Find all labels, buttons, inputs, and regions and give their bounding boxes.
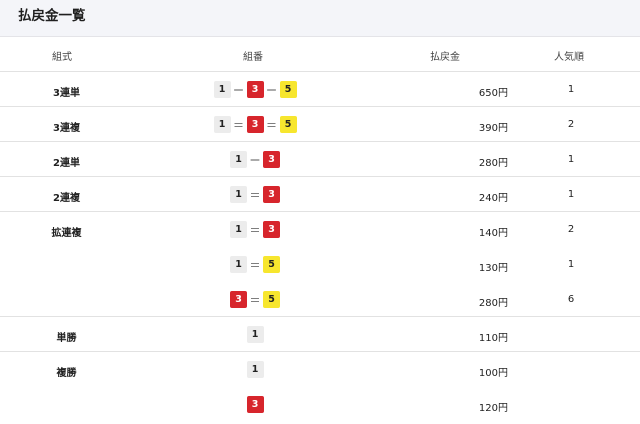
boat-number-badge: 3 <box>246 116 264 133</box>
table-row: 3連複 1 ＝ 3 ＝ 5 390円 2 <box>0 107 640 142</box>
combination-separator: ＝ <box>249 293 261 307</box>
col-header-popularity: 人気順 <box>554 52 584 63</box>
table-row: 拡連複 1 ＝ 3 140円 2 <box>0 212 640 247</box>
bet-type: 2連複 <box>53 193 80 204</box>
col-header-type: 組式 <box>52 52 72 63</box>
popularity-rank: 1 <box>567 259 575 270</box>
bet-type: 2連単 <box>53 158 80 169</box>
table-row: 3 120円 <box>0 387 640 422</box>
boat-number-badge: 5 <box>263 256 280 273</box>
combination: 1 ＝ 5 <box>160 256 350 273</box>
popularity-rank: 1 <box>567 189 575 200</box>
combination-separator: ＝ <box>233 118 244 132</box>
page-title: 払戻金一覧 <box>0 0 640 37</box>
table-row: 1 ＝ 5 130円 1 <box>0 247 640 282</box>
payout-amount: 650円 <box>478 88 508 99</box>
combination: 1 <box>160 326 350 343</box>
combination: 1 <box>160 361 350 378</box>
payout-amount: 240円 <box>478 193 508 204</box>
table-header: 組式 組番 払戻金 人気順 <box>0 37 640 72</box>
combination: 3 ＝ 5 <box>160 291 350 308</box>
boat-number-badge: 1 <box>246 361 264 378</box>
boat-number-badge: 1 <box>230 221 247 238</box>
boat-number-badge: 3 <box>246 396 264 413</box>
popularity-rank: 2 <box>567 119 575 130</box>
payout-amount: 130円 <box>478 263 508 274</box>
payout-amount: 140円 <box>478 228 508 239</box>
table-row: 複勝 1 100円 <box>0 352 640 387</box>
boat-number-badge: 1 <box>230 256 247 273</box>
table-row: 3 ＝ 5 280円 6 <box>0 282 640 317</box>
boat-number-badge: 3 <box>263 221 280 238</box>
combination: 1 ＝ 3 ＝ 5 <box>160 116 350 133</box>
boat-number-badge: 1 <box>213 81 231 98</box>
boat-number-badge: 5 <box>263 291 280 308</box>
table-row: 3連単 1 ー 3 ー 5 650円 1 <box>0 72 640 107</box>
boat-number-badge: 3 <box>246 81 264 98</box>
payout-amount: 110円 <box>478 333 508 344</box>
col-header-payout: 払戻金 <box>430 52 460 63</box>
payout-amount: 390円 <box>478 123 508 134</box>
popularity-rank: 1 <box>567 84 575 95</box>
col-header-combination: 組番 <box>243 52 263 63</box>
payout-amount: 280円 <box>478 158 508 169</box>
combination: 1 ＝ 3 <box>160 186 350 203</box>
bet-type: 単勝 <box>56 333 77 344</box>
combination-separator: ＝ <box>249 223 261 237</box>
boat-number-badge: 5 <box>279 116 297 133</box>
boat-number-badge: 3 <box>263 186 280 203</box>
combination-separator: ＝ <box>249 258 261 272</box>
boat-number-badge: 3 <box>263 151 280 168</box>
combination: 1ー3ー5 <box>160 81 350 98</box>
combination: 1 ＝ 3 <box>160 221 350 238</box>
table-row: 2連単 1 ー 3 280円 1 <box>0 142 640 177</box>
combination-separator: ー <box>266 83 277 97</box>
payout-amount: 280円 <box>478 298 508 309</box>
combination-separator: ー <box>233 83 244 97</box>
popularity-rank: 1 <box>567 154 575 165</box>
table-row: 単勝 1 110円 <box>0 317 640 352</box>
boat-number-badge: 3 <box>230 291 247 308</box>
payout-amount: 120円 <box>478 403 508 414</box>
boat-number-badge: 1 <box>230 151 247 168</box>
combination-separator: ＝ <box>266 118 277 132</box>
bet-type: 3連複 <box>53 123 80 134</box>
combination: 1ー3 <box>160 151 350 168</box>
boat-number-badge: 1 <box>246 326 264 343</box>
combination: 3 <box>160 396 350 413</box>
combination-separator: ー <box>249 153 261 167</box>
payout-table: 3連単 1 ー 3 ー 5 650円 1 3連複 1 ＝ 3 ＝ 5 390円 2 2連単 1 ー 3 280円 1 2連複… <box>0 72 640 422</box>
boat-number-badge: 1 <box>230 186 247 203</box>
combination-separator: ＝ <box>249 188 261 202</box>
popularity-rank: 6 <box>567 294 575 305</box>
boat-number-badge: 1 <box>213 116 231 133</box>
payout-amount: 100円 <box>478 368 508 379</box>
bet-type: 3連単 <box>53 88 80 99</box>
boat-number-badge: 5 <box>279 81 297 98</box>
bet-type: 拡連複 <box>51 228 82 239</box>
table-row: 2連複 1 ＝ 3 240円 1 <box>0 177 640 212</box>
bet-type: 複勝 <box>56 368 77 379</box>
popularity-rank: 2 <box>567 224 575 235</box>
